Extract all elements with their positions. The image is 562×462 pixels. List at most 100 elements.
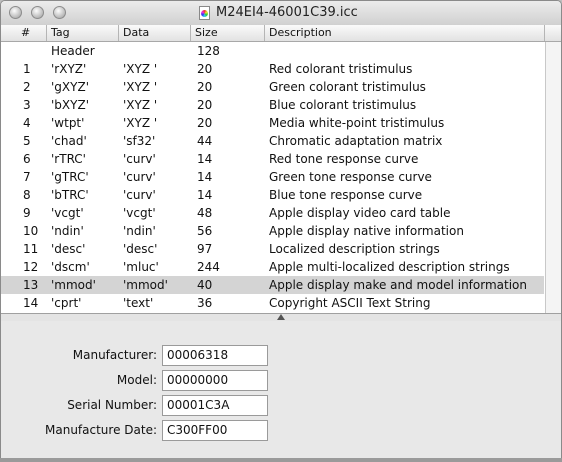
vertical-scrollbar[interactable]: [545, 42, 561, 313]
table-row-header[interactable]: Header 128: [1, 42, 544, 60]
cell-tag: 'chad': [51, 134, 87, 148]
cell-description: Copyright ASCII Text String: [269, 296, 431, 310]
cell-data: 'ndin': [123, 224, 156, 238]
cell-data: 'XYZ ': [123, 98, 158, 112]
detail-value-field[interactable]: 00006318: [162, 345, 268, 366]
cell-tag: 'bTRC': [51, 188, 89, 202]
cell-data: 'sf32': [123, 134, 156, 148]
cell-description: Blue colorant tristimulus: [269, 98, 417, 112]
cell-tag: 'rXYZ': [51, 62, 87, 76]
cell-size: 14: [197, 188, 213, 202]
cell-tag: 'vcgt': [51, 206, 84, 220]
cell-size: 20: [197, 98, 213, 112]
cell-description: Apple display make and model information: [269, 278, 527, 292]
table-row[interactable]: 4 'wtpt' 'XYZ ' 20 Media white-point tristim…: [1, 114, 544, 132]
cell-data: 'text': [123, 296, 154, 310]
detail-value-field[interactable]: 00001C3A: [162, 395, 268, 416]
cell-number: 1: [23, 62, 31, 76]
cell-data: 'curv': [123, 152, 156, 166]
cell-data: 'desc': [123, 242, 158, 256]
cell-size: 48: [197, 206, 213, 220]
detail-row: Serial Number: 00001C3A: [1, 395, 561, 417]
icc-profile-window: M24EI4-46001C39.icc # Tag Data Size Desc…: [0, 0, 562, 460]
column-header-size[interactable]: Size: [191, 25, 265, 41]
table-header: # Tag Data Size Description: [1, 25, 561, 42]
cell-size: 97: [197, 242, 213, 256]
detail-row: Model: 00000000: [1, 370, 561, 392]
cell-number: 7: [23, 170, 31, 184]
table-row[interactable]: 1 'rXYZ' 'XYZ ' 20 Red colorant tristimulus: [1, 60, 544, 78]
cell-description: Green tone response curve: [269, 170, 432, 184]
column-header-tag[interactable]: Tag: [47, 25, 119, 41]
table-row[interactable]: 9 'vcgt' 'vcgt' 48 Apple display video card …: [1, 204, 544, 222]
cell-data: 'vcgt': [123, 206, 156, 220]
column-header-description[interactable]: Description: [265, 25, 545, 41]
minimize-window-button[interactable]: [31, 6, 44, 19]
zoom-window-button[interactable]: [53, 6, 66, 19]
cell-number: 4: [23, 116, 31, 130]
window-title: M24EI4-46001C39.icc: [216, 5, 358, 20]
cell-size: 36: [197, 296, 213, 310]
cell-number: 9: [23, 206, 31, 220]
cell-description: Apple display native information: [269, 224, 464, 238]
cell-size: 20: [197, 62, 213, 76]
profile-details-panel: Manufacturer: 00006318 Model: 00000000 Seria…: [1, 321, 561, 459]
cell-number: 12: [23, 260, 39, 274]
cell-data: 'XYZ ': [123, 62, 158, 76]
column-header-data[interactable]: Data: [119, 25, 191, 41]
cell-description: Media white-point tristimulus: [269, 116, 445, 130]
cell-number: 10: [23, 224, 39, 238]
detail-value-field[interactable]: 00000000: [162, 370, 268, 391]
cell-data: 'curv': [123, 188, 156, 202]
table-row[interactable]: 11 'desc' 'desc' 97 Localized description st…: [1, 240, 544, 258]
cell-description: Apple display video card table: [269, 206, 451, 220]
table-row[interactable]: 13 'mmod' 'mmod' 40 Apple display make and m…: [1, 276, 544, 294]
cell-description: Red colorant tristimulus: [269, 62, 413, 76]
cell-data: 'XYZ ': [123, 116, 158, 130]
close-window-button[interactable]: [9, 6, 22, 19]
cell-tag: Header: [51, 44, 95, 58]
table-row[interactable]: 6 'rTRC' 'curv' 14 Red tone response curve: [1, 150, 544, 168]
cell-data: 'mmod': [123, 278, 168, 292]
cell-tag: 'mmod': [51, 278, 96, 292]
cell-number: 6: [23, 152, 31, 166]
cell-number: 2: [23, 80, 31, 94]
tag-table: # Tag Data Size Description Header 128 1…: [1, 25, 561, 313]
table-row[interactable]: 5 'chad' 'sf32' 44 Chromatic adaptation matr…: [1, 132, 544, 150]
resize-grip-icon: [277, 314, 285, 320]
column-header-number[interactable]: #: [1, 25, 47, 41]
table-row[interactable]: 2 'gXYZ' 'XYZ ' 20 Green colorant tristimulu…: [1, 78, 544, 96]
table-row[interactable]: 7 'gTRC' 'curv' 14 Green tone response curve: [1, 168, 544, 186]
detail-label: Manufacturer:: [72, 348, 157, 362]
detail-value-field[interactable]: C300FF00: [162, 420, 268, 441]
cell-description: Apple multi-localized description string…: [269, 260, 510, 274]
cell-size: 244: [197, 260, 220, 274]
cell-size: 44: [197, 134, 213, 148]
cell-number: 13: [23, 278, 39, 292]
title-bar[interactable]: M24EI4-46001C39.icc: [1, 1, 561, 26]
table-row[interactable]: 8 'bTRC' 'curv' 14 Blue tone response curve: [1, 186, 544, 204]
cell-data: 'mluc': [123, 260, 159, 274]
cell-tag: 'gXYZ': [51, 80, 89, 94]
cell-number: 3: [23, 98, 31, 112]
cell-size: 128: [197, 44, 220, 58]
cell-tag: 'rTRC': [51, 152, 86, 166]
cell-size: 40: [197, 278, 213, 292]
cell-data: 'curv': [123, 170, 156, 184]
cell-size: 14: [197, 152, 213, 166]
cell-tag: 'cprt': [51, 296, 82, 310]
table-row[interactable]: 3 'bXYZ' 'XYZ ' 20 Blue colorant tristimulus: [1, 96, 544, 114]
cell-tag: 'gTRC': [51, 170, 89, 184]
cell-size: 14: [197, 170, 213, 184]
icc-document-icon: [199, 5, 210, 20]
cell-description: Green colorant tristimulus: [269, 80, 426, 94]
cell-number: 14: [23, 296, 39, 310]
cell-tag: 'dscm': [51, 260, 90, 274]
table-row[interactable]: 14 'cprt' 'text' 36 Copyright ASCII Text Str…: [1, 294, 544, 312]
cell-tag: 'desc': [51, 242, 86, 256]
detail-label: Serial Number:: [67, 398, 157, 412]
detail-row: Manufacture Date: C300FF00: [1, 420, 561, 442]
table-row[interactable]: 12 'dscm' 'mluc' 244 Apple multi-localized d…: [1, 258, 544, 276]
cell-description: Blue tone response curve: [269, 188, 423, 202]
table-row[interactable]: 10 'ndin' 'ndin' 56 Apple display native inf…: [1, 222, 544, 240]
